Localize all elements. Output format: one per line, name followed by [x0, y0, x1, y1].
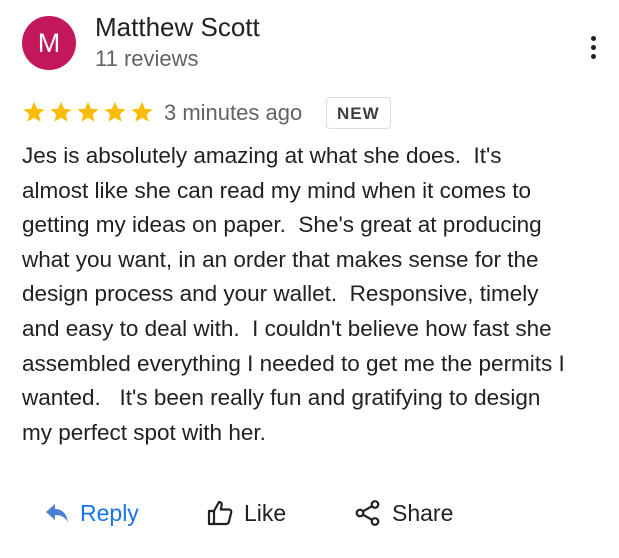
review-time: 3 minutes ago	[164, 100, 303, 125]
review-text: Jes is absolutely amazing at what she do…	[22, 143, 565, 445]
review-count: 11 reviews	[95, 46, 199, 71]
review-card: M Matthew Scott 11 reviews 3 minutes ago…	[0, 0, 619, 558]
like-button[interactable]: Like	[206, 496, 286, 530]
share-label: Share	[392, 499, 454, 526]
reply-arrow-icon	[44, 502, 70, 524]
star-rating	[22, 100, 154, 124]
new-badge: NEW	[326, 97, 391, 129]
star-icon	[50, 101, 72, 122]
author-name[interactable]: Matthew Scott	[95, 12, 260, 43]
like-label: Like	[244, 499, 287, 526]
star-icon	[77, 101, 99, 122]
more-vert-icon	[590, 35, 596, 59]
more-options-button[interactable]	[578, 30, 608, 64]
avatar-initial: M	[37, 28, 61, 58]
reply-label: Reply	[80, 499, 139, 526]
share-button[interactable]: Share	[354, 496, 453, 530]
star-icon	[23, 101, 45, 122]
star-icon	[104, 101, 126, 122]
avatar[interactable]: M	[22, 16, 76, 70]
thumbs-up-icon	[206, 499, 234, 527]
reply-button[interactable]: Reply	[44, 496, 139, 530]
star-icon	[131, 101, 153, 122]
share-icon	[354, 499, 382, 527]
